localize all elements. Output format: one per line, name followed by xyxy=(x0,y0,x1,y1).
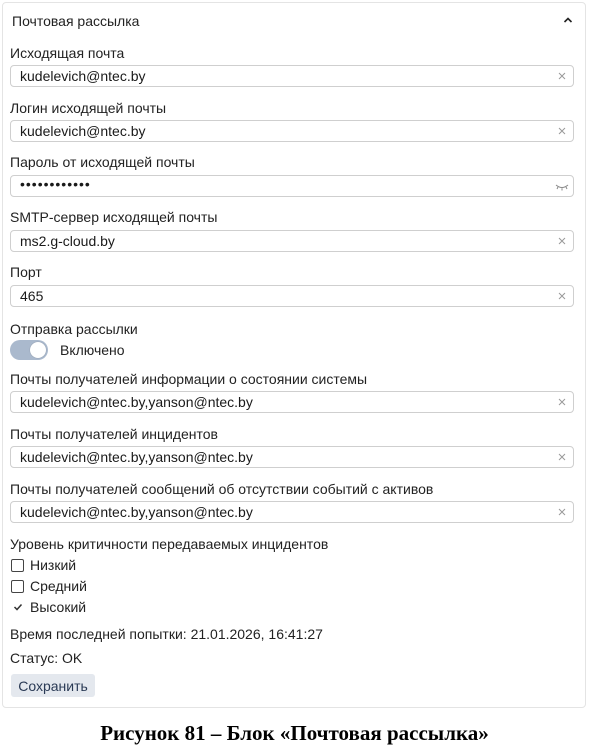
clear-icon[interactable] xyxy=(557,291,567,301)
mailing-label: Отправка рассылки xyxy=(10,321,138,337)
clear-icon[interactable] xyxy=(557,236,567,246)
severity-low-checkbox[interactable] xyxy=(11,559,24,572)
severity-medium-checkbox[interactable] xyxy=(11,580,24,593)
clear-icon[interactable] xyxy=(557,397,567,407)
system-status-recipients-field[interactable]: kudelevich@ntec.by,yanson@ntec.by xyxy=(10,391,574,413)
system-status-recipients-label: Почты получателей информации о состоянии… xyxy=(10,371,368,387)
clear-icon[interactable] xyxy=(557,507,567,517)
check-icon[interactable] xyxy=(12,602,24,612)
toggle-knob xyxy=(30,342,46,358)
clear-icon[interactable] xyxy=(557,452,567,462)
outgoing-password-label: Пароль от исходящей почты xyxy=(10,154,195,170)
smtp-server-field[interactable]: ms2.g-cloud.by xyxy=(10,230,574,252)
outgoing-email-label: Исходящая почта xyxy=(10,45,125,61)
last-attempt-text: Время последней попытки: 21.01.2026, 16:… xyxy=(10,626,323,642)
incident-recipients-value: kudelevich@ntec.by,yanson@ntec.by xyxy=(20,449,253,465)
smtp-server-value: ms2.g-cloud.by xyxy=(20,233,115,249)
no-events-recipients-label: Почты получателей сообщений об отсутстви… xyxy=(10,481,434,497)
outgoing-login-value: kudelevich@ntec.by xyxy=(20,123,146,139)
no-events-recipients-field[interactable]: kudelevich@ntec.by,yanson@ntec.by xyxy=(10,501,574,523)
smtp-server-label: SMTP-сервер исходящей почты xyxy=(10,209,218,225)
system-status-recipients-value: kudelevich@ntec.by,yanson@ntec.by xyxy=(20,394,253,410)
severity-high-label: Высокий xyxy=(30,599,87,615)
mailing-toggle-label: Включено xyxy=(60,342,125,358)
incident-recipients-label: Почты получателей инцидентов xyxy=(10,426,218,442)
clear-icon[interactable] xyxy=(557,126,567,136)
panel-title: Почтовая рассылка xyxy=(12,13,140,29)
outgoing-password-field[interactable]: •••••••••••• xyxy=(10,175,574,197)
outgoing-login-label: Логин исходящей почты xyxy=(10,100,167,116)
severity-low-label: Низкий xyxy=(30,557,77,573)
save-button[interactable]: Сохранить xyxy=(11,674,95,697)
clear-icon[interactable] xyxy=(557,71,567,81)
severity-medium-label: Средний xyxy=(30,578,87,594)
port-field[interactable]: 465 xyxy=(10,285,574,307)
no-events-recipients-value: kudelevich@ntec.by,yanson@ntec.by xyxy=(20,504,253,520)
password-value: •••••••••••• xyxy=(20,176,91,192)
eye-closed-icon[interactable] xyxy=(555,182,569,192)
outgoing-login-field[interactable]: kudelevich@ntec.by xyxy=(10,120,574,142)
severity-label: Уровень критичности передаваемых инциден… xyxy=(10,536,329,552)
outgoing-email-field[interactable]: kudelevich@ntec.by xyxy=(10,65,574,87)
port-label: Порт xyxy=(10,264,42,280)
port-value: 465 xyxy=(20,288,44,304)
mailing-toggle[interactable] xyxy=(10,340,48,360)
chevron-up-icon[interactable] xyxy=(562,14,574,26)
incident-recipients-field[interactable]: kudelevich@ntec.by,yanson@ntec.by xyxy=(10,446,574,468)
status-text: Статус: OK xyxy=(10,650,83,666)
figure-caption: Рисунок 81 – Блок «Почтовая рассылка» xyxy=(100,721,489,745)
outgoing-email-value: kudelevich@ntec.by xyxy=(20,68,146,84)
